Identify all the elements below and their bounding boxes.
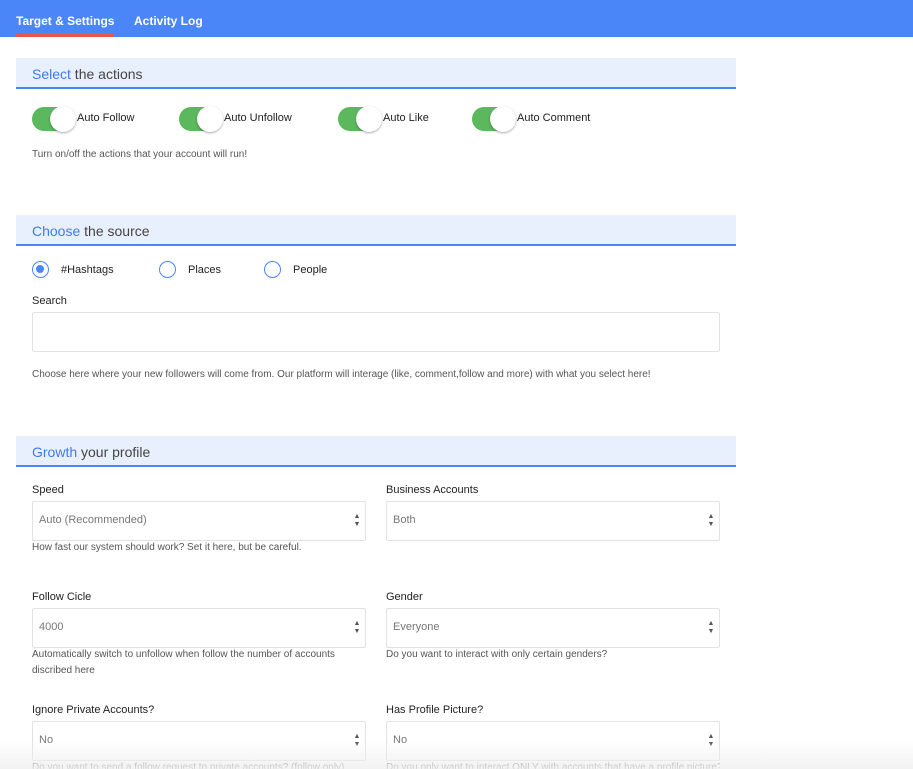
gender-select[interactable]: Everyone ▲ ▼	[386, 608, 720, 648]
select-value: 4000	[39, 621, 64, 633]
toggle-label: Auto Comment	[517, 112, 591, 124]
radio-label: People	[293, 264, 328, 276]
select-value: No	[39, 734, 54, 746]
business-accounts-label: Business Accounts	[386, 484, 479, 496]
select-value: No	[393, 734, 408, 746]
section-title-growth: Growth your profile	[32, 444, 151, 460]
radio-circle	[32, 261, 49, 278]
gender-help-text: Do you want to interact with only certai…	[386, 649, 608, 660]
tab-activity-log[interactable]: Activity Log	[134, 0, 203, 37]
speed-help-text: How fast our system should work? Set it …	[32, 542, 302, 553]
gender-label: Gender	[386, 591, 423, 603]
tab-target-settings[interactable]: Target & Settings	[16, 0, 115, 37]
select-value: Both	[393, 514, 416, 526]
select-value: Everyone	[393, 621, 440, 633]
section-header-actions: Select the actions	[16, 58, 736, 89]
profile-picture-select[interactable]: No ▲ ▼	[386, 721, 720, 761]
source-help-text: Choose here where your new followers wil…	[32, 369, 651, 380]
speed-label: Speed	[32, 484, 64, 496]
select-value: Auto (Recommended)	[39, 514, 147, 526]
ignore-private-select[interactable]: No ▲ ▼	[32, 721, 366, 761]
select-arrows-icon: ▲ ▼	[707, 620, 715, 635]
profile-picture-help-text: Do you only want to interact ONLY with a…	[386, 762, 720, 769]
profile-picture-label: Has Profile Picture?	[386, 704, 484, 716]
radio-label: #Hashtags	[61, 264, 114, 276]
follow-cicle-select[interactable]: 4000 ▲ ▼	[32, 608, 366, 648]
section-header-growth: Growth your profile	[16, 436, 736, 467]
toggle-label: Auto Like	[383, 112, 429, 124]
toggle-knob	[50, 106, 76, 132]
section-title-actions: Select the actions	[32, 66, 143, 82]
section-title-source: Choose the source	[32, 223, 150, 239]
top-nav: Target & Settings Activity Log	[0, 0, 913, 37]
follow-cicle-label: Follow Cicle	[32, 591, 92, 603]
actions-help-text: Turn on/off the actions that your accoun…	[32, 149, 248, 160]
search-label: Search	[32, 295, 67, 307]
select-arrows-icon: ▲ ▼	[353, 513, 361, 528]
follow-cicle-help-text: Automatically switch to unfollow when fo…	[32, 649, 335, 676]
select-arrows-icon: ▲ ▼	[707, 513, 715, 528]
search-input[interactable]	[32, 312, 720, 352]
toggle-knob	[490, 106, 516, 132]
radio-label: Places	[188, 264, 222, 276]
ignore-private-label: Ignore Private Accounts?	[32, 704, 155, 716]
radio-circle	[159, 261, 176, 278]
select-arrows-icon: ▲ ▼	[353, 733, 361, 748]
radio-circle	[264, 261, 281, 278]
toggle-knob	[356, 106, 382, 132]
select-arrows-icon: ▲ ▼	[707, 733, 715, 748]
toggle-label: Auto Follow	[77, 112, 135, 124]
select-arrows-icon: ▲ ▼	[353, 620, 361, 635]
toggle-label: Auto Unfollow	[224, 112, 292, 124]
toggle-knob	[197, 106, 223, 132]
business-accounts-select[interactable]: Both ▲ ▼	[386, 501, 720, 541]
speed-select[interactable]: Auto (Recommended) ▲ ▼	[32, 501, 366, 541]
ignore-private-help-text: Do you want to send a follow request to …	[32, 762, 345, 769]
section-header-source: Choose the source	[16, 215, 736, 246]
